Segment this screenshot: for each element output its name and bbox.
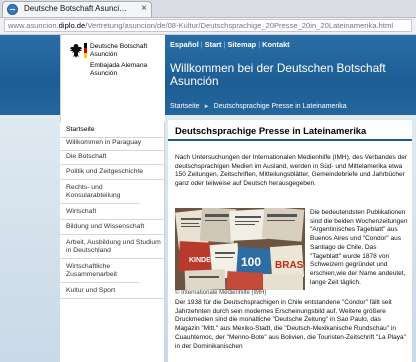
flag-stripe-gold	[84, 53, 87, 58]
newspapers-collage: BRASIL 100 KINDER	[175, 208, 305, 290]
photo-label-brasil: BRASIL	[275, 260, 305, 271]
url-field[interactable]: www.asuncion.diplo.de/Vertretung/asuncio…	[4, 19, 412, 32]
topnav-start[interactable]: Start	[205, 40, 222, 49]
tab-title: Deutsche Botschaft Asunci…	[24, 4, 128, 13]
newspapers-photo[interactable]: BRASIL 100 KINDER	[175, 208, 305, 290]
address-bar: www.asuncion.diplo.de/Vertretung/asuncio…	[0, 18, 416, 35]
close-tab-icon[interactable]: ×	[141, 2, 147, 16]
sidebar-item-arbeit[interactable]: Arbeit, Ausbildung und Studium in Deutsc…	[60, 239, 164, 259]
article-body: Der 1938 für die Deutschsprachigen in Ch…	[175, 299, 406, 350]
sidebar-item-botschaft[interactable]: Die Botschaft	[60, 153, 164, 165]
globe-icon	[7, 4, 18, 15]
article-sidebar-text: Die bedeutendsten Publikationen sind die…	[310, 209, 408, 286]
url-path: /Vertretung/asuncion/de/08-Kultur/Deutsc…	[85, 21, 394, 30]
url-domain: diplo.de	[58, 21, 86, 30]
photo-label-100: 100	[241, 255, 261, 269]
logo-line-3: Embajada Alemana	[90, 62, 148, 69]
article-intro: Nach Untersuchungen der Internationalen …	[175, 154, 407, 188]
breadcrumb-separator-icon: ►	[203, 104, 210, 110]
photo-label-kinder: KINDER	[189, 257, 216, 264]
photo-caption: © Internationale Medienhilfe (IMH)	[175, 290, 267, 296]
sidebar-item-zusammenarbeit[interactable]: Wirtschaftliche Zusammenarbeit	[60, 263, 140, 283]
article-title: Deutschsprachige Presse in Lateinamerika	[175, 125, 367, 136]
breadcrumb-current: Deutschsprachige Presse in Lateinamerika	[213, 103, 347, 110]
sidebar-item-startseite[interactable]: Startseite	[60, 126, 164, 138]
logo-line-1: Deutsche Botschaft	[90, 43, 148, 50]
sidebar-item-bildung[interactable]: Bildung und Wissenschaft	[60, 223, 164, 235]
browser-tab[interactable]: Deutsche Botschaft Asunci… ×	[2, 1, 152, 17]
breadcrumb-home[interactable]: Startseite	[170, 103, 200, 110]
topnav-sitemap[interactable]: Sitemap	[227, 40, 256, 49]
sidebar-item-wirtschaft[interactable]: Wirtschaft	[60, 208, 164, 220]
browser-tab-bar: Deutsche Botschaft Asunci… ×	[0, 0, 416, 18]
main-content: Deutschsprachige Presse in Lateinamerika…	[168, 120, 412, 362]
topnav-espanol[interactable]: Español	[170, 40, 199, 49]
sidebar-item-politik[interactable]: Politik und Zeitgeschichte	[60, 168, 164, 180]
breadcrumb: Startseite ► Deutschsprachige Presse in La…	[170, 103, 347, 110]
topnav-kontakt[interactable]: Kontakt	[262, 40, 290, 49]
embassy-logo[interactable]: Deutsche Botschaft Asunción Embajada Ale…	[60, 35, 165, 122]
sidebar-item-rechts[interactable]: Rechts- und Konsularabteilung	[60, 184, 140, 204]
sidebar-item-kultur[interactable]: Kultur und Sport	[60, 287, 164, 299]
federal-eagle-icon	[70, 44, 82, 58]
title-divider	[168, 139, 412, 141]
url-prefix: www.asuncion.	[8, 21, 59, 30]
site-title: Willkommen bei der Deutschen Botschaft A…	[170, 61, 386, 88]
top-navigation: Español | Start | Sitemap | Kontakt	[170, 40, 290, 49]
logo-line-4: Asunción	[90, 70, 118, 77]
logo-line-2: Asunción	[90, 51, 118, 58]
sidebar-navigation: Startseite Willkommen in Paraguay Die Bo…	[60, 122, 165, 362]
sidebar-item-willkommen[interactable]: Willkommen in Paraguay	[60, 139, 164, 151]
